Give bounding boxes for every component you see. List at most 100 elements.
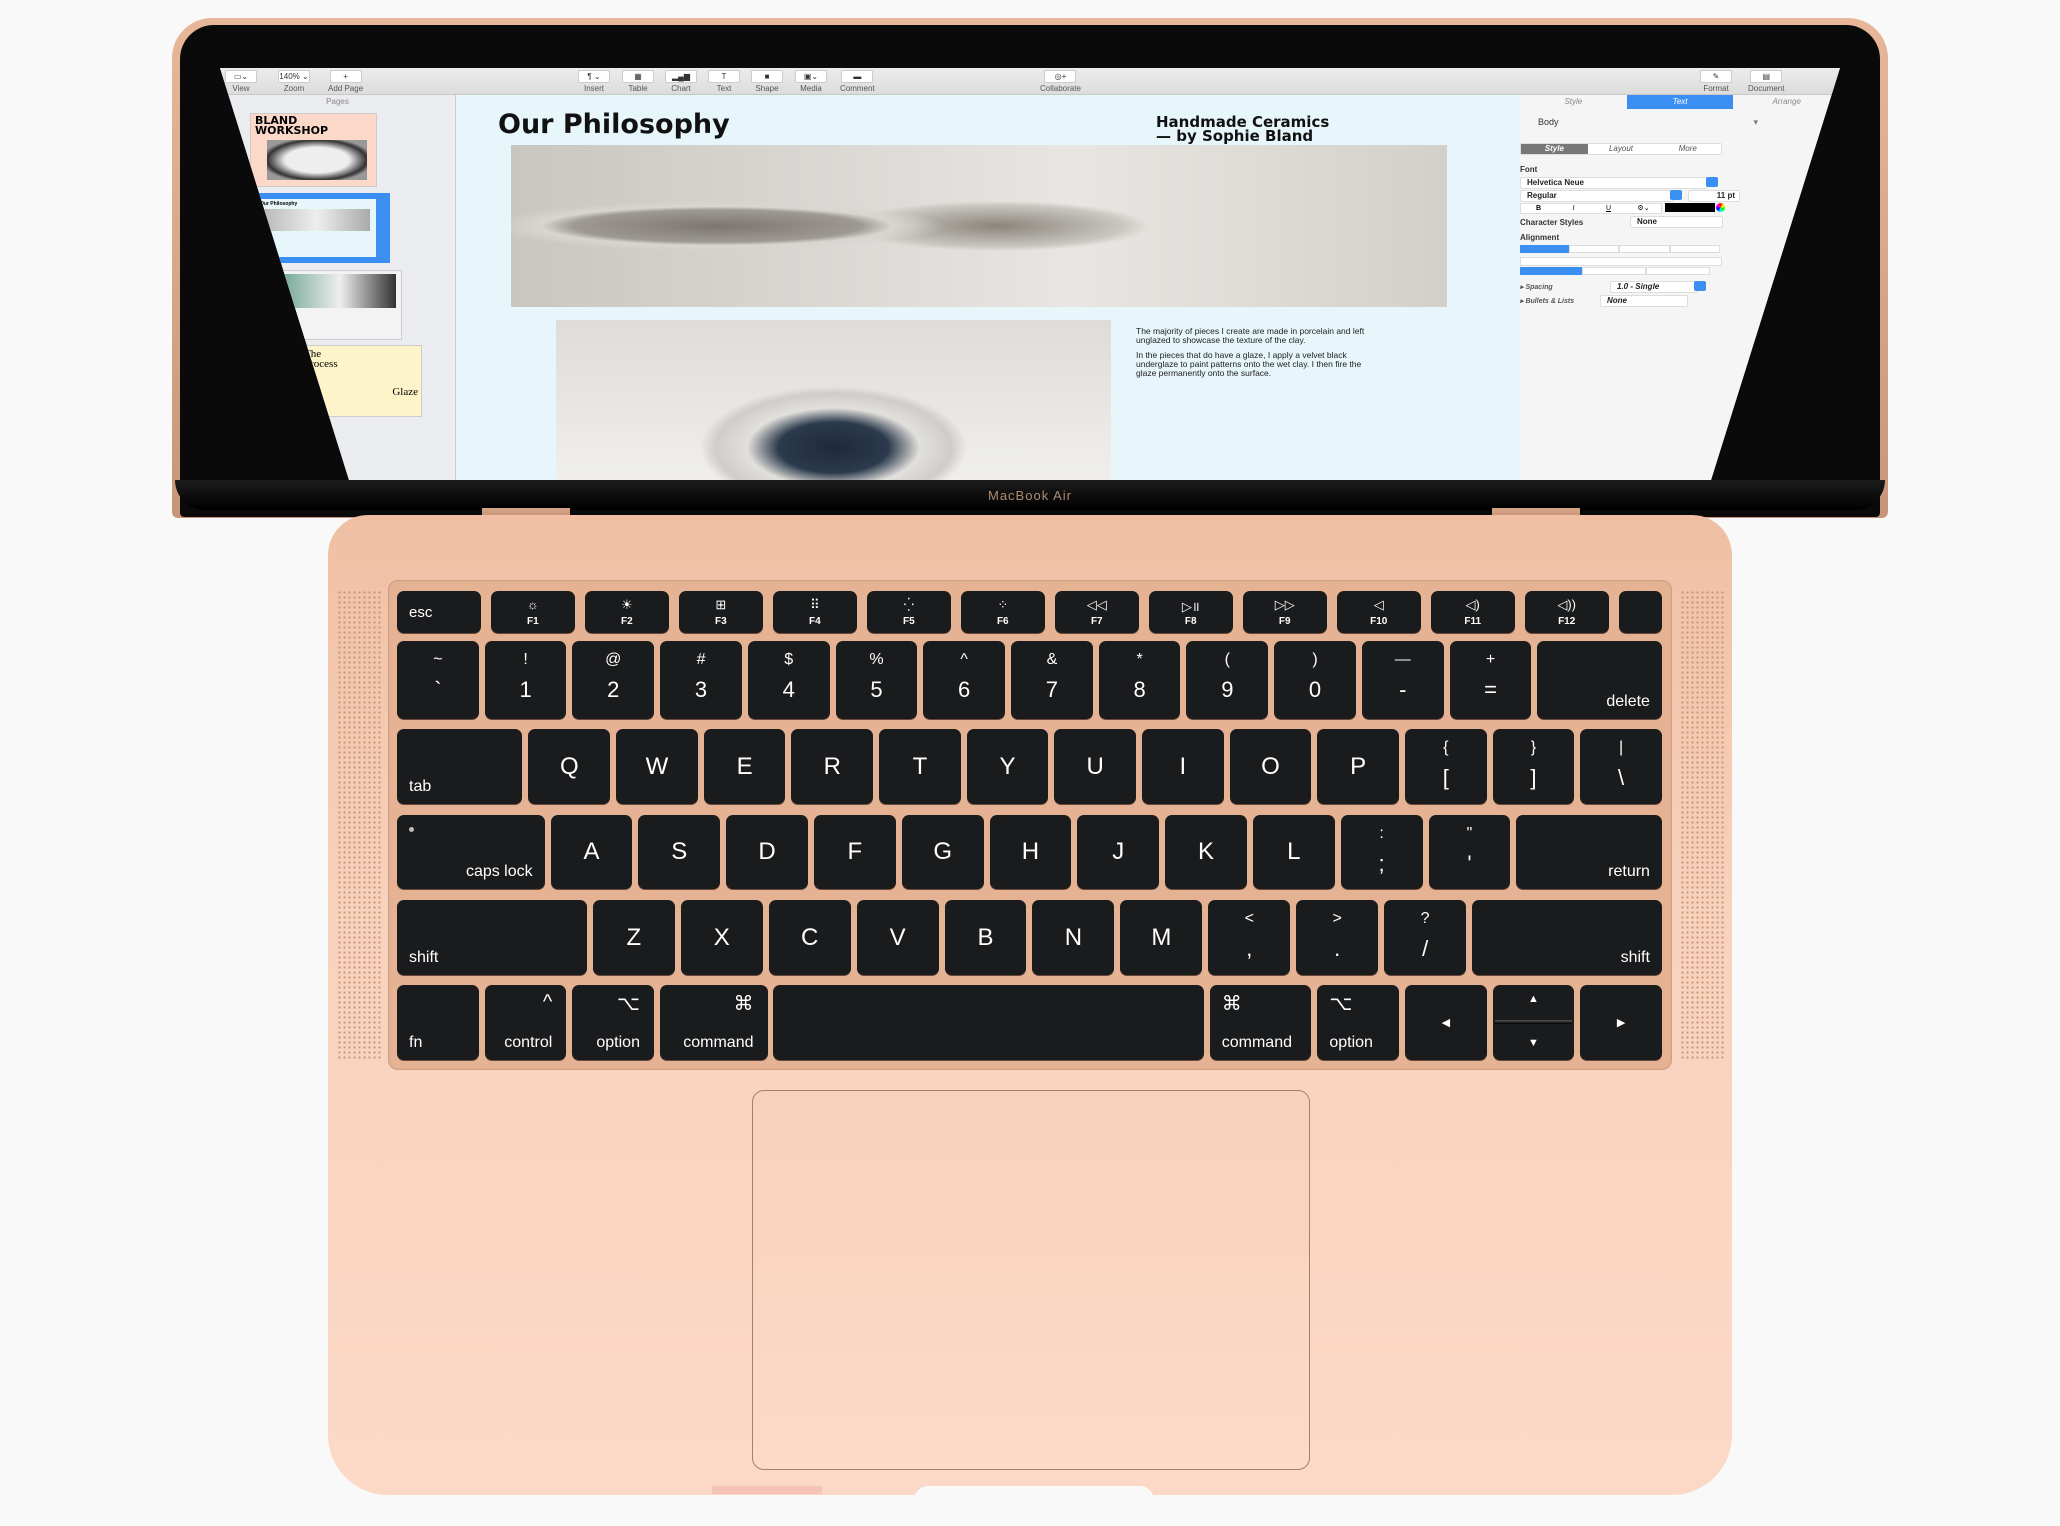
key-delete[interactable]: delete <box>1537 641 1662 719</box>
key-[[interactable]: {[ <box>1404 729 1487 804</box>
align-middle-button[interactable] <box>1582 267 1646 275</box>
key-.[interactable]: >. <box>1296 900 1379 975</box>
key-w[interactable]: W <box>616 729 698 804</box>
toolbar-zoom-button[interactable]: 140% ⌄ Zoom <box>278 70 310 93</box>
key-▶[interactable]: ▶ <box>1580 985 1662 1060</box>
toolbar-chart-button[interactable]: ▂▄▆ Chart <box>665 70 697 93</box>
key-y[interactable]: Y <box>966 729 1049 804</box>
key-shift[interactable]: shift <box>397 900 587 975</box>
key-x[interactable]: X <box>680 900 763 975</box>
align-justify-button[interactable] <box>1669 245 1720 253</box>
key-,[interactable]: <, <box>1208 900 1291 975</box>
bullets-disclosure[interactable]: ▸ Bullets & Lists <box>1520 297 1574 305</box>
text-color-well[interactable] <box>1665 203 1715 212</box>
toolbar-shape-button[interactable]: ■ Shape <box>751 70 783 93</box>
key-tab[interactable]: tab <box>397 729 523 804</box>
key-u[interactable]: U <box>1054 729 1137 804</box>
key-f7[interactable]: ◁◁ F7 <box>1054 591 1139 633</box>
key-9[interactable]: (9 <box>1186 641 1269 719</box>
subtab-style[interactable]: Style <box>1521 144 1588 154</box>
key-shift[interactable]: shift <box>1472 900 1662 975</box>
spacing-select[interactable]: 1.0 - Single <box>1610 281 1698 293</box>
key-power[interactable] <box>1618 591 1662 633</box>
font-style-stepper-icon[interactable] <box>1670 190 1682 200</box>
key-f9[interactable]: ▷▷ F9 <box>1242 591 1327 633</box>
character-styles-select[interactable]: None <box>1630 216 1723 228</box>
key-][interactable]: }] <box>1492 729 1575 804</box>
toolbar-add-page-button[interactable]: + Add Page <box>328 70 363 93</box>
key-f1[interactable]: ☼ F1 <box>490 591 575 633</box>
key-f12[interactable]: ◁)) F12 <box>1524 591 1609 633</box>
key-caps-lock[interactable]: caps lock <box>397 815 545 889</box>
key-n[interactable]: N <box>1032 900 1115 975</box>
document-image-top[interactable] <box>511 145 1447 307</box>
toolbar-collaborate-button[interactable]: ◎+ Collaborate <box>1040 70 1081 93</box>
align-left-button[interactable] <box>1520 245 1569 253</box>
key-;[interactable]: :; <box>1340 815 1423 889</box>
key--[interactable]: — - <box>1361 641 1444 719</box>
key-'[interactable]: " ' <box>1428 815 1511 889</box>
toolbar-document-button[interactable]: ▤ Document <box>1748 70 1784 93</box>
align-center-button[interactable] <box>1568 245 1619 253</box>
document-byline[interactable]: Handmade Ceramics — by Sophie Bland <box>1156 115 1329 144</box>
key-5[interactable]: % 5 <box>835 641 918 719</box>
paragraph-style-select[interactable]: Body ▾ <box>1520 111 1768 133</box>
key-g[interactable]: G <box>901 815 984 889</box>
document-image-bottom[interactable] <box>556 320 1111 482</box>
key-return[interactable]: return <box>1516 815 1662 889</box>
key-a[interactable]: A <box>550 815 633 889</box>
key-i[interactable]: I <box>1142 729 1224 804</box>
key-h[interactable]: H <box>989 815 1072 889</box>
tab-arrange[interactable]: Arrange <box>1733 95 1840 109</box>
key-f3[interactable]: ⊞ F3 <box>678 591 763 633</box>
underline-button[interactable]: U <box>1591 204 1626 213</box>
key-e[interactable]: E <box>703 729 786 804</box>
toolbar-format-button[interactable]: ✎ Format <box>1700 70 1732 93</box>
align-right-button[interactable] <box>1619 245 1670 253</box>
font-family-select[interactable]: Helvetica Neue <box>1520 177 1708 189</box>
key-f10[interactable]: ◁ F10 <box>1336 591 1421 633</box>
key-command[interactable]: command ⌘ <box>1209 985 1312 1060</box>
key-8[interactable]: * 8 <box>1098 641 1181 719</box>
key-p[interactable]: P <box>1317 729 1399 804</box>
spacing-stepper-icon[interactable] <box>1694 281 1706 291</box>
align-bottom-button[interactable] <box>1646 267 1710 275</box>
key-j[interactable]: J <box>1077 815 1160 889</box>
key-f8[interactable]: ▷॥ F8 <box>1148 591 1233 633</box>
key-=[interactable]: + = <box>1449 641 1532 719</box>
key-s[interactable]: S <box>638 815 721 889</box>
key-7[interactable]: & 7 <box>1011 641 1093 719</box>
document-heading[interactable]: Our Philosophy <box>498 109 730 140</box>
key-control[interactable]: control ^ <box>484 985 567 1060</box>
key-f11[interactable]: ◁) F11 <box>1430 591 1515 633</box>
key-space[interactable] <box>773 985 1204 1060</box>
color-wheel-icon[interactable] <box>1716 203 1725 212</box>
toolbar-view-button[interactable]: ▭⌄ View <box>225 70 257 93</box>
key-command[interactable]: command ⌘ <box>659 985 768 1060</box>
indent-control[interactable] <box>1520 257 1722 266</box>
align-top-button[interactable] <box>1520 267 1582 275</box>
subtab-more[interactable]: More <box>1654 144 1722 154</box>
font-family-stepper-icon[interactable] <box>1706 177 1718 187</box>
subtab-layout[interactable]: Layout <box>1587 144 1655 154</box>
key-b[interactable]: B <box>944 900 1027 975</box>
key-f4[interactable]: ⠿ F4 <box>772 591 857 633</box>
key-3[interactable]: #3 <box>660 641 742 719</box>
key-v[interactable]: V <box>856 900 939 975</box>
key-fn[interactable]: fn <box>397 985 479 1060</box>
toolbar-table-button[interactable]: ▦ Table <box>622 70 654 93</box>
key-f5[interactable]: ⁛ F5 <box>866 591 951 633</box>
key-up-down[interactable]: ▲ ▼ <box>1492 985 1575 1060</box>
toolbar-text-button[interactable]: T Text <box>708 70 740 93</box>
toolbar-insert-button[interactable]: ¶ ⌄ Insert <box>578 70 610 93</box>
document-body-text[interactable]: The majority of pieces I create are made… <box>1136 327 1376 378</box>
key-option[interactable]: option ⌥ <box>1317 985 1399 1060</box>
key-r[interactable]: R <box>791 729 874 804</box>
key-/[interactable]: ? / <box>1384 900 1467 975</box>
tab-style[interactable]: Style <box>1520 95 1627 109</box>
key-z[interactable]: Z <box>592 900 675 975</box>
key-l[interactable]: L <box>1252 815 1335 889</box>
text-options-button[interactable]: ⚙⌄ <box>1626 204 1661 213</box>
trackpad[interactable] <box>752 1090 1310 1470</box>
key-1[interactable]: ! 1 <box>484 641 567 719</box>
